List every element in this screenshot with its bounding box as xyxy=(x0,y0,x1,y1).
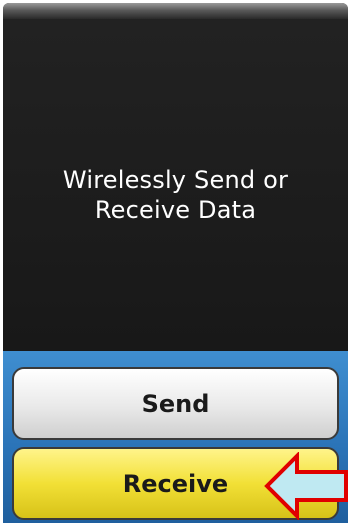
left-arrow-icon xyxy=(264,452,348,520)
receive-button-label: Receive xyxy=(122,469,229,498)
top-status-band xyxy=(3,3,348,19)
device-screen: Wirelessly Send or Receive Data Send Rec… xyxy=(3,3,348,523)
message-line-2: Receive Data xyxy=(94,196,257,224)
send-button-label: Send xyxy=(141,389,210,418)
send-button[interactable]: Send xyxy=(12,367,339,440)
arrow-shape xyxy=(264,452,348,520)
message-line-1: Wirelessly Send or xyxy=(62,166,289,194)
message-area: Wirelessly Send or Receive Data xyxy=(3,19,348,351)
dialog-message: Wirelessly Send or Receive Data xyxy=(3,165,348,225)
